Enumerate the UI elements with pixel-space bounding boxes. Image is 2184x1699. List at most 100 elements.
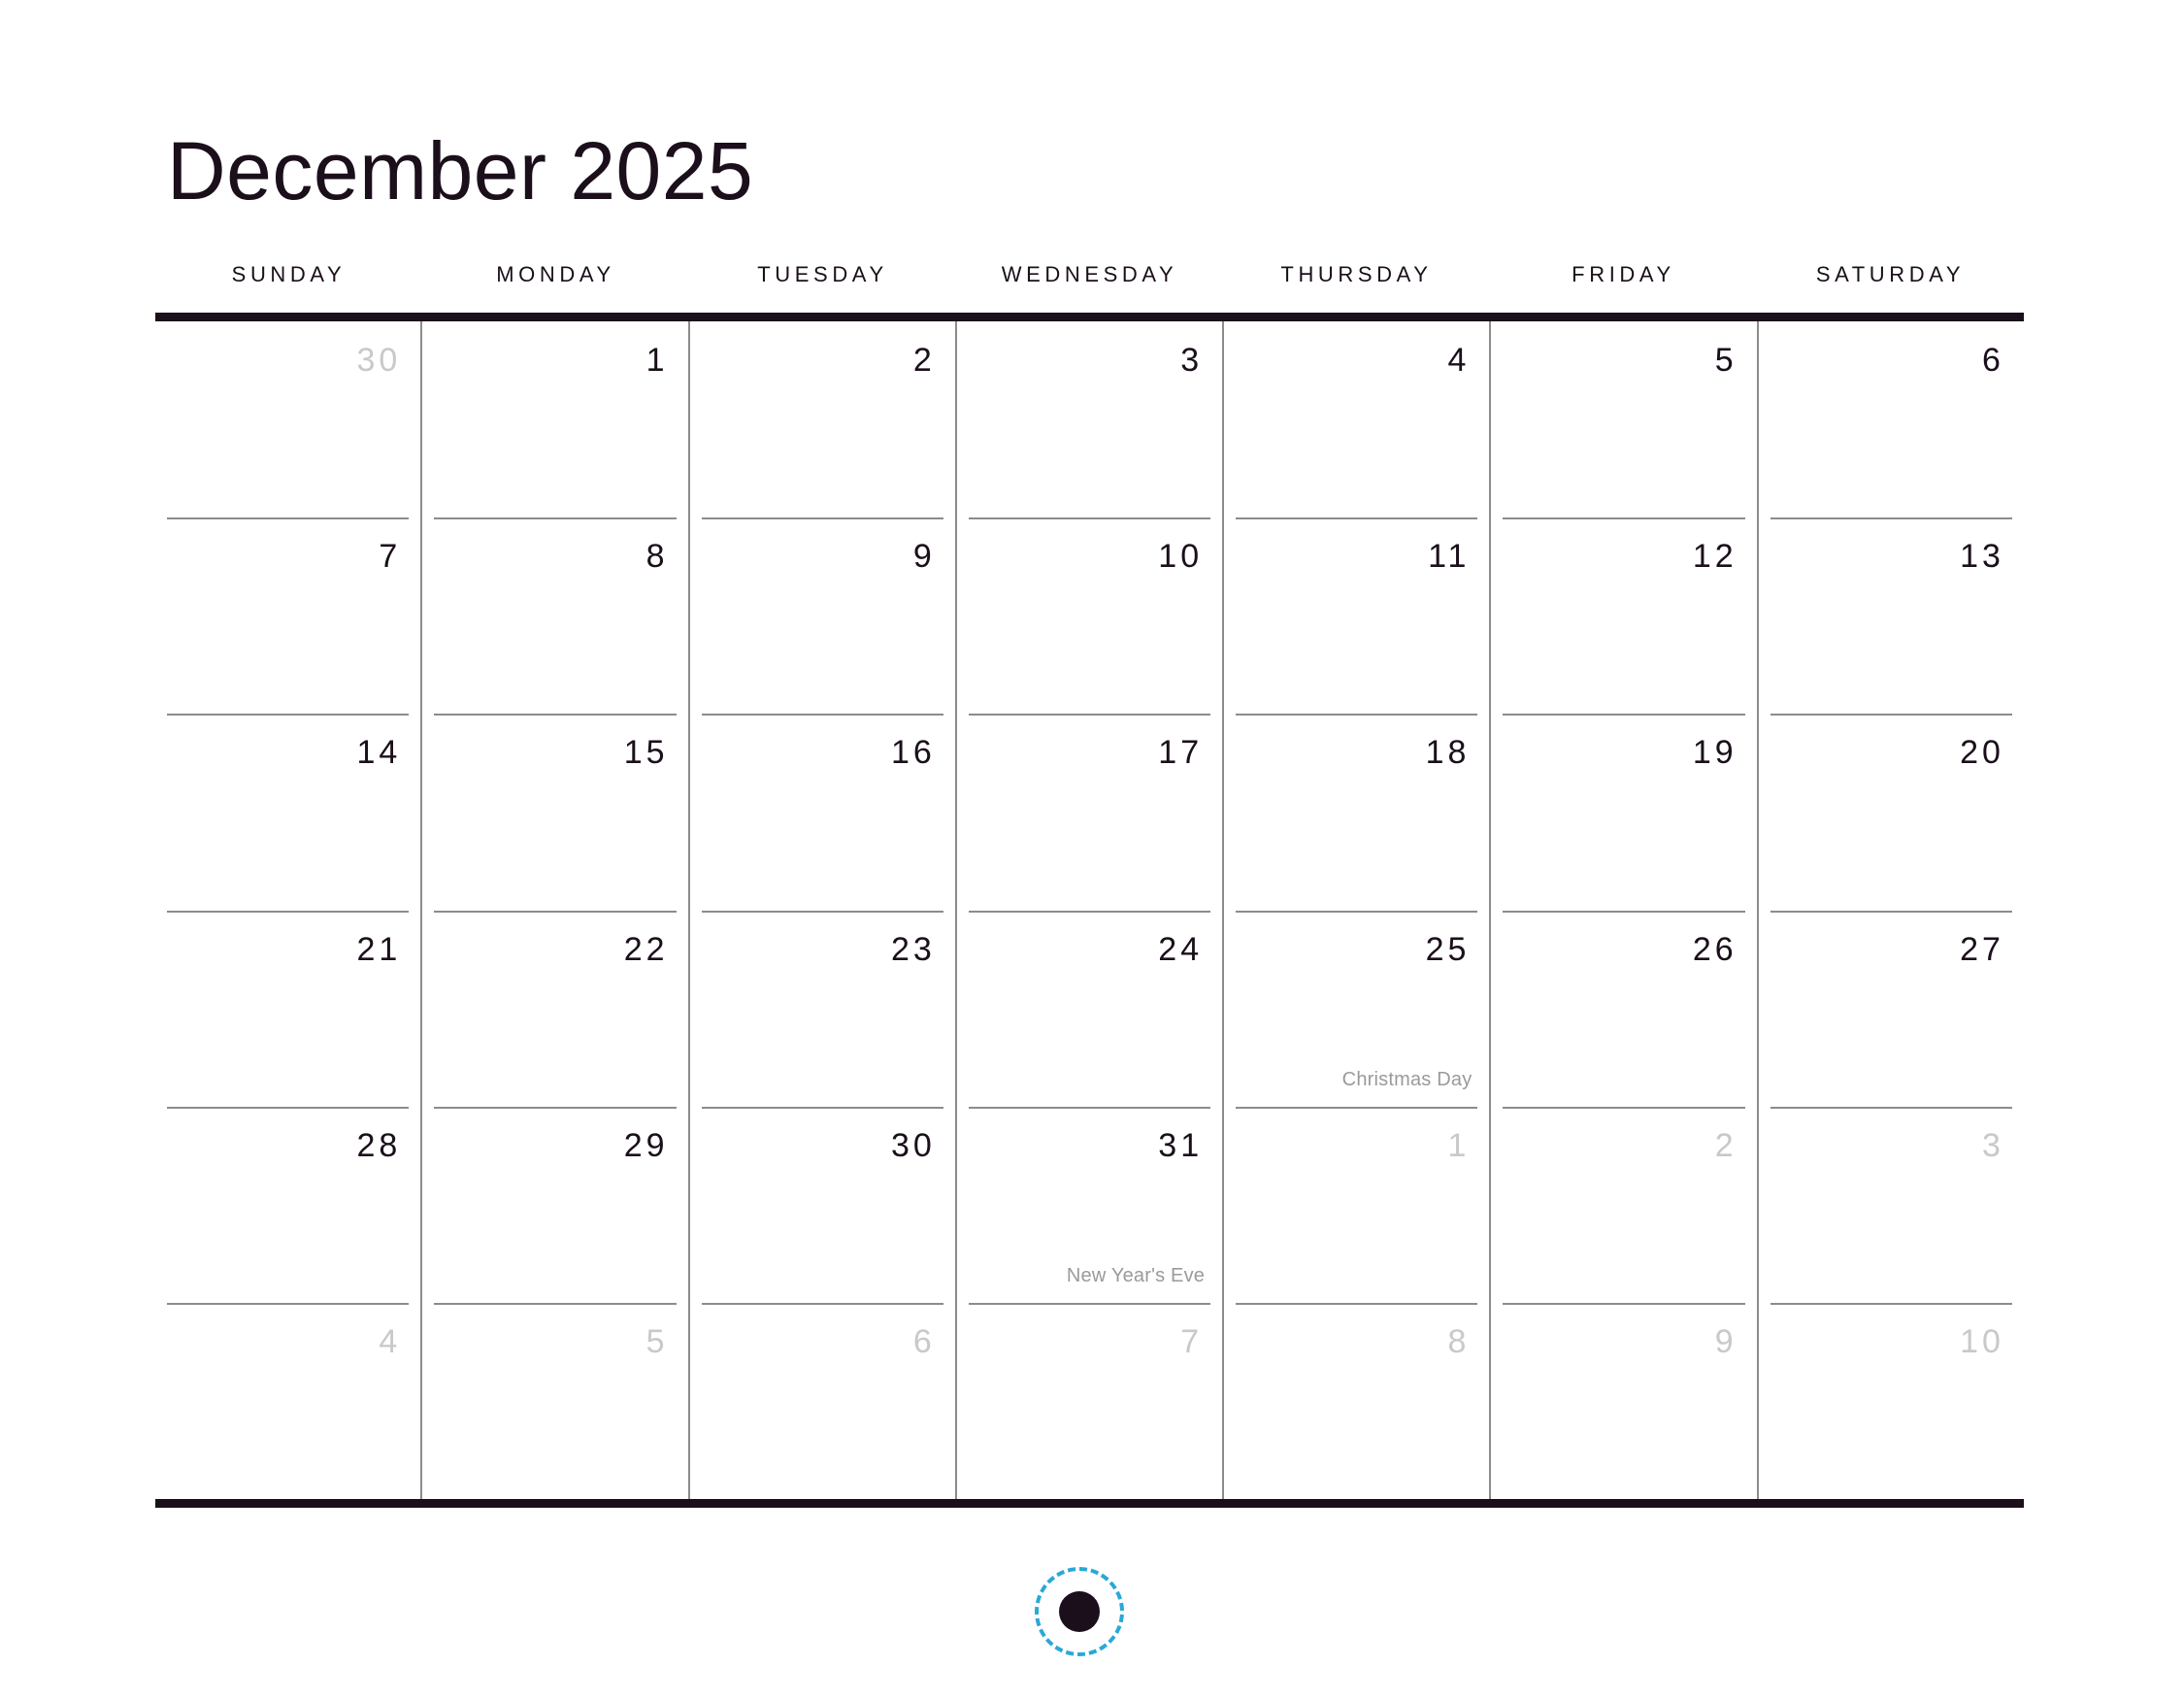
week-row: 28 29 30 31 New Year's Eve 1 2 3 xyxy=(155,1106,2024,1303)
day-number: 13 xyxy=(1960,538,2004,576)
day-cell[interactable]: 10 xyxy=(1759,1302,2024,1499)
day-cell[interactable]: 1 xyxy=(422,321,690,518)
calendar-page: December 2025 SUNDAY MONDAY TUESDAY WEDNESD… xyxy=(0,0,2184,1699)
day-cell[interactable]: 10 xyxy=(957,517,1225,715)
day-cell[interactable]: 11 xyxy=(1224,517,1492,715)
day-number: 17 xyxy=(1158,734,1204,772)
day-number: 4 xyxy=(1447,342,1471,379)
day-number: 8 xyxy=(1447,1322,1471,1360)
day-cell[interactable]: 27 xyxy=(1759,910,2024,1107)
day-number: 26 xyxy=(1692,930,1737,968)
day-cell[interactable]: 30 xyxy=(690,1106,957,1303)
day-number: 18 xyxy=(1425,734,1471,772)
cell-divider xyxy=(701,517,943,520)
day-cell[interactable]: 29 xyxy=(422,1106,690,1303)
day-cell[interactable]: 24 xyxy=(957,910,1225,1107)
day-cell[interactable]: 3 xyxy=(1759,1106,2024,1303)
day-number: 1 xyxy=(1447,1126,1471,1164)
weekday-header-thursday: THURSDAY xyxy=(1280,262,1433,286)
cell-divider xyxy=(1770,910,2012,913)
day-cell[interactable]: 6 xyxy=(690,1302,957,1500)
day-cell[interactable]: 3 xyxy=(957,321,1225,518)
cursor-dot-icon xyxy=(1059,1591,1100,1632)
weekday-header-row: SUNDAY MONDAY TUESDAY WEDNESDAY THURSDAY FRID… xyxy=(155,260,2024,305)
day-number: 6 xyxy=(912,1322,936,1360)
day-cell[interactable]: 19 xyxy=(1491,714,1759,911)
day-cell[interactable]: 25 Christmas Day xyxy=(1224,910,1492,1107)
day-cell[interactable]: 23 xyxy=(690,910,957,1107)
day-number: 9 xyxy=(1714,1322,1737,1360)
day-cell[interactable]: 30 xyxy=(155,321,423,518)
cell-divider xyxy=(1503,517,1745,520)
day-number: 7 xyxy=(379,538,402,576)
day-cell[interactable]: 18 xyxy=(1224,714,1492,911)
cell-divider xyxy=(434,1302,677,1305)
page-title: December 2025 xyxy=(167,125,754,217)
day-cell[interactable]: 6 xyxy=(1759,321,2024,517)
day-cell[interactable]: 5 xyxy=(422,1302,690,1500)
day-number: 27 xyxy=(1960,930,2004,968)
day-cell[interactable]: 26 xyxy=(1491,910,1759,1107)
weekday-header-friday: FRIDAY xyxy=(1572,262,1675,286)
day-cell[interactable]: 14 xyxy=(155,714,423,911)
day-cell[interactable]: 31 New Year's Eve xyxy=(957,1106,1225,1303)
day-number: 25 xyxy=(1425,930,1471,968)
cell-divider xyxy=(434,517,677,520)
cell-divider xyxy=(167,1106,410,1109)
cell-divider xyxy=(167,1302,410,1305)
day-cell[interactable]: 4 xyxy=(155,1302,423,1500)
day-cell[interactable]: 7 xyxy=(155,517,423,715)
weekday-header-wednesday: WEDNESDAY xyxy=(1001,262,1178,286)
day-cell[interactable]: 9 xyxy=(690,517,957,715)
week-row: 14 15 16 17 18 19 20 xyxy=(155,714,2024,911)
day-cell[interactable]: 16 xyxy=(690,714,957,911)
day-cell[interactable]: 9 xyxy=(1491,1302,1759,1500)
day-number: 3 xyxy=(1982,1126,2004,1164)
day-number: 31 xyxy=(1158,1126,1204,1164)
selection-cursor[interactable] xyxy=(1035,1567,1124,1656)
cell-divider xyxy=(1503,714,1745,716)
day-number: 24 xyxy=(1158,930,1204,968)
cell-divider xyxy=(701,910,943,913)
day-number: 15 xyxy=(623,734,669,772)
day-cell[interactable]: 2 xyxy=(690,321,957,518)
day-number: 8 xyxy=(645,538,669,576)
day-number: 6 xyxy=(1982,342,2004,379)
day-cell[interactable]: 12 xyxy=(1491,517,1759,715)
cell-divider xyxy=(701,1302,943,1305)
day-cell[interactable]: 28 xyxy=(155,1106,423,1303)
day-number: 30 xyxy=(356,342,402,379)
week-row: 4 5 6 7 8 9 10 xyxy=(155,1302,2024,1500)
day-cell[interactable]: 2 xyxy=(1491,1106,1759,1303)
day-cell[interactable]: 8 xyxy=(1224,1302,1492,1500)
week-row: 7 8 9 10 11 12 13 xyxy=(155,517,2024,715)
cell-divider xyxy=(434,910,677,913)
day-cell[interactable]: 17 xyxy=(957,714,1225,911)
cell-divider xyxy=(167,517,410,520)
day-cell[interactable]: 7 xyxy=(957,1302,1225,1500)
day-number: 9 xyxy=(912,538,936,576)
day-number: 5 xyxy=(645,1322,669,1360)
cell-divider xyxy=(1236,1106,1478,1109)
day-cell[interactable]: 15 xyxy=(422,714,690,911)
day-number: 2 xyxy=(912,342,936,379)
weekday-header-tuesday: TUESDAY xyxy=(757,262,888,286)
day-number: 14 xyxy=(356,734,402,772)
day-cell[interactable]: 13 xyxy=(1759,517,2024,714)
cell-divider xyxy=(968,1106,1211,1109)
day-cell[interactable]: 5 xyxy=(1491,321,1759,518)
day-cell[interactable]: 21 xyxy=(155,910,423,1107)
day-cell[interactable]: 22 xyxy=(422,910,690,1107)
day-number: 23 xyxy=(891,930,936,968)
day-event-label: New Year's Eve xyxy=(1066,1264,1206,1286)
day-number: 2 xyxy=(1714,1126,1737,1164)
day-cell[interactable]: 20 xyxy=(1759,714,2024,910)
cell-divider xyxy=(167,714,410,716)
day-cell[interactable]: 1 xyxy=(1224,1106,1492,1303)
day-number: 21 xyxy=(356,930,402,968)
day-cell[interactable]: 8 xyxy=(422,517,690,715)
day-number: 3 xyxy=(1180,342,1204,379)
day-cell[interactable]: 4 xyxy=(1224,321,1492,518)
cell-divider xyxy=(1236,1302,1478,1305)
cell-divider xyxy=(1770,517,2012,520)
